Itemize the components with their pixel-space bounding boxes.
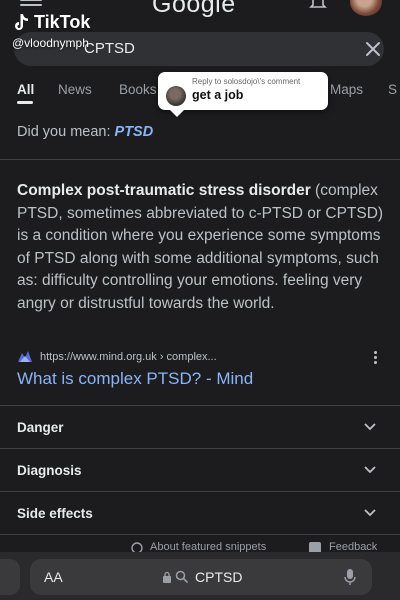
browser-bottom-bar: AA CPTSD: [0, 552, 400, 600]
google-logo[interactable]: Google: [152, 0, 236, 19]
tab-maps[interactable]: Maps: [330, 82, 363, 97]
address-bar[interactable]: AA CPTSD: [30, 559, 372, 595]
chevron-down-icon: [364, 423, 376, 431]
reply-meta: Reply to solosdojo\'s comment: [192, 77, 301, 86]
comment-reply-bubble: Reply to solosdojo\'s comment get a job: [158, 72, 328, 117]
tab-more[interactable]: S: [388, 82, 397, 97]
accordion-label: Diagnosis: [17, 463, 82, 478]
commenter-avatar: [166, 86, 186, 106]
accordion-side-effects[interactable]: Side effects: [0, 492, 400, 535]
close-icon[interactable]: [364, 40, 382, 58]
tiktok-watermark: TikTok: [12, 12, 90, 33]
tiktok-brand: TikTok: [34, 12, 91, 32]
mind-favicon-icon: [18, 351, 32, 362]
result-url[interactable]: https://www.mind.org.uk › complex...: [40, 351, 217, 363]
more-options-icon[interactable]: [374, 351, 378, 365]
search-input[interactable]: CPTSD: [84, 40, 135, 57]
tab-books[interactable]: Books: [119, 82, 157, 97]
bell-icon[interactable]: [309, 0, 327, 12]
snippet-text: (complex PTSD, sometimes abbreviated to …: [17, 182, 384, 312]
snippet-heading: Complex post-traumatic stress disorder: [17, 182, 311, 199]
address-text[interactable]: CPTSD: [195, 569, 242, 585]
accordion-danger[interactable]: Danger: [0, 406, 400, 449]
tab-news[interactable]: News: [58, 82, 92, 97]
accordion-label: Side effects: [17, 506, 93, 521]
search-icon: [175, 570, 188, 583]
accordion-label: Danger: [17, 420, 64, 435]
featured-snippet: Complex post-traumatic stress disorder (…: [17, 180, 385, 316]
lock-icon: [163, 571, 171, 583]
did-you-mean-suggestion[interactable]: PTSD: [115, 124, 154, 140]
result-source[interactable]: https://www.mind.org.uk › complex...: [17, 349, 385, 367]
avatar[interactable]: [350, 0, 382, 16]
result-title-link[interactable]: What is complex PTSD? - Mind: [17, 369, 253, 389]
did-you-mean-prefix: Did you mean:: [17, 124, 111, 140]
reply-text: get a job: [192, 88, 244, 102]
tiktok-username: @vloodnymph: [12, 36, 89, 50]
did-you-mean: Did you mean: PTSD: [17, 124, 153, 140]
active-tab-indicator: [17, 101, 33, 104]
accordion-diagnosis[interactable]: Diagnosis: [0, 449, 400, 492]
text-size-button[interactable]: AA: [44, 569, 63, 585]
divider: [0, 534, 400, 535]
chevron-down-icon: [364, 466, 376, 474]
divider: [0, 159, 400, 160]
tiktok-logo-icon: [15, 13, 28, 30]
microphone-icon[interactable]: [344, 569, 356, 586]
tab-all[interactable]: All: [17, 82, 34, 97]
previous-tab[interactable]: [0, 559, 20, 595]
chevron-down-icon: [364, 509, 376, 517]
menu-icon[interactable]: [20, 0, 42, 10]
